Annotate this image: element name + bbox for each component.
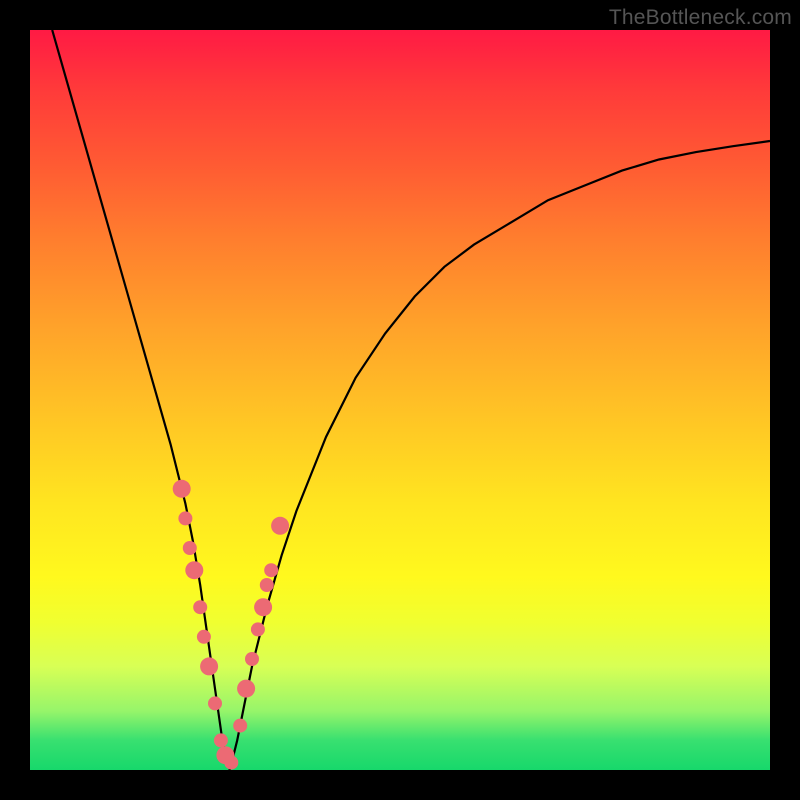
data-marker <box>193 600 207 614</box>
chart-frame: TheBottleneck.com <box>0 0 800 800</box>
data-marker <box>260 578 274 592</box>
data-marker <box>224 756 238 770</box>
data-marker <box>178 511 192 525</box>
data-marker <box>233 719 247 733</box>
data-marker <box>200 657 218 675</box>
data-marker <box>254 598 272 616</box>
plot-area <box>30 30 770 770</box>
data-marker <box>264 563 278 577</box>
marker-group <box>173 480 289 770</box>
data-marker <box>208 696 222 710</box>
bottleneck-curve <box>52 30 770 770</box>
curve-layer <box>30 30 770 770</box>
data-marker <box>237 680 255 698</box>
data-marker <box>251 622 265 636</box>
data-marker <box>183 541 197 555</box>
data-marker <box>245 652 259 666</box>
watermark-label: TheBottleneck.com <box>609 6 792 30</box>
data-marker <box>173 480 191 498</box>
data-marker <box>185 561 203 579</box>
data-marker <box>271 517 289 535</box>
data-marker <box>214 733 228 747</box>
data-marker <box>197 630 211 644</box>
